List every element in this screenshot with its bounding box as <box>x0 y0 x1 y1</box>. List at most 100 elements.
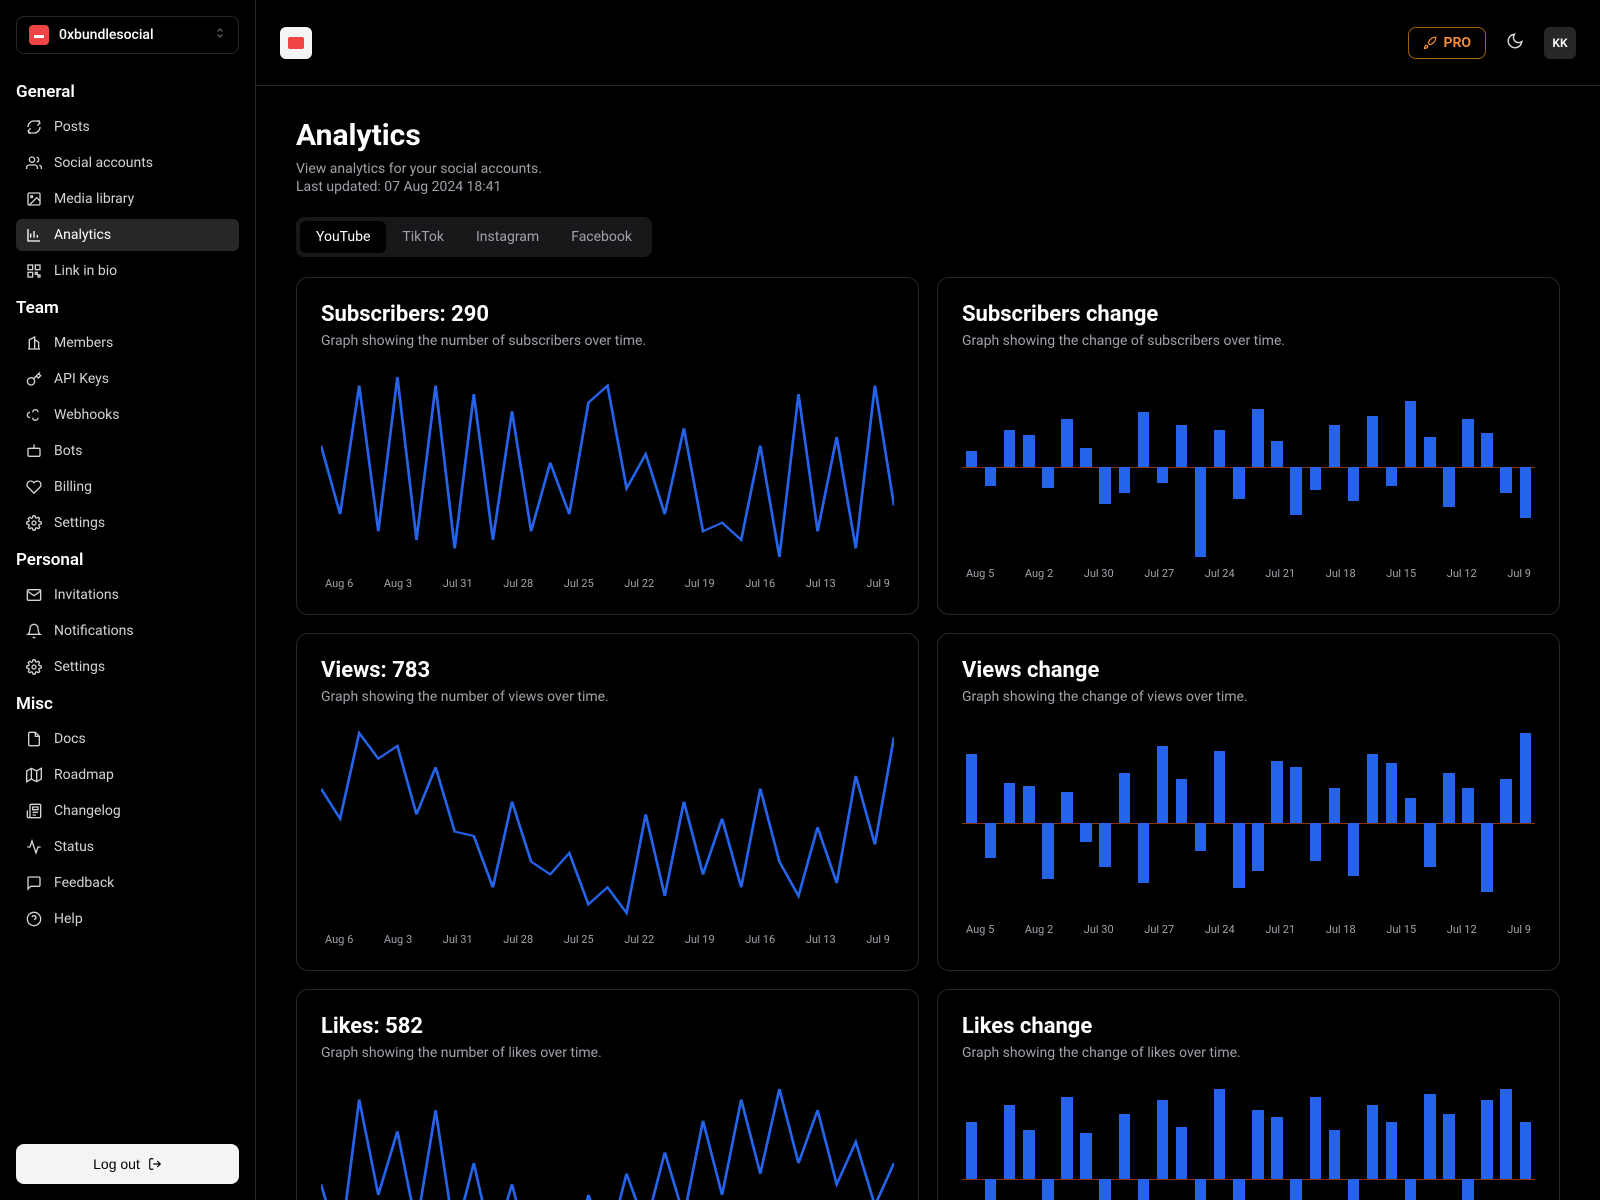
card-title: Views: 783 <box>321 658 894 683</box>
sidebar-item-media-library[interactable]: Media library <box>16 183 239 215</box>
gear-icon <box>26 659 42 675</box>
x-axis: Aug 6Aug 3Jul 31Jul 28Jul 25Jul 22Jul 19… <box>321 933 894 946</box>
sidebar-item-members[interactable]: Members <box>16 327 239 359</box>
sidebar-item-link-in-bio[interactable]: Link in bio <box>16 255 239 287</box>
bar <box>1096 1079 1115 1200</box>
logout-label: Log out <box>93 1156 140 1172</box>
bar <box>1038 723 1057 923</box>
bar <box>1077 367 1096 567</box>
sidebar-item-settings[interactable]: Settings <box>16 507 239 539</box>
card-subtitle: Graph showing the change of subscribers … <box>962 333 1535 349</box>
section-title: Personal <box>16 550 239 570</box>
bar-chart <box>962 1079 1535 1200</box>
bar <box>1325 723 1344 923</box>
help-icon <box>26 911 42 927</box>
sidebar-item-social-accounts[interactable]: Social accounts <box>16 147 239 179</box>
sidebar-item-label: Link in bio <box>54 263 117 279</box>
workspace-name: 0xbundlesocial <box>59 27 204 43</box>
bar <box>1420 723 1439 923</box>
sidebar-item-posts[interactable]: Posts <box>16 111 239 143</box>
bar <box>1439 367 1458 567</box>
pro-badge[interactable]: PRO <box>1408 27 1486 59</box>
bar <box>1268 1079 1287 1200</box>
sidebar-item-label: Bots <box>54 443 83 459</box>
bar <box>1516 367 1535 567</box>
bot-icon <box>26 443 42 459</box>
bar <box>981 1079 1000 1200</box>
card-title: Subscribers change <box>962 302 1535 327</box>
sidebar-item-label: Help <box>54 911 83 927</box>
theme-toggle[interactable] <box>1498 24 1532 62</box>
bar <box>1306 723 1325 923</box>
x-axis: Aug 5Aug 2Jul 30Jul 27Jul 24Jul 21Jul 18… <box>962 923 1535 936</box>
bar <box>1248 1079 1267 1200</box>
sidebar-item-label: Members <box>54 335 113 351</box>
sidebar-item-settings[interactable]: Settings <box>16 651 239 683</box>
sidebar-item-billing[interactable]: Billing <box>16 471 239 503</box>
tab-instagram[interactable]: Instagram <box>460 221 555 253</box>
sidebar-item-label: Status <box>54 839 94 855</box>
sidebar-item-help[interactable]: Help <box>16 903 239 935</box>
card-subtitle: Graph showing the number of views over t… <box>321 689 894 705</box>
building-icon <box>26 335 42 351</box>
bar-chart <box>962 367 1535 567</box>
bar <box>962 723 981 923</box>
sidebar-item-bots[interactable]: Bots <box>16 435 239 467</box>
bar <box>1000 367 1019 567</box>
bar <box>1191 367 1210 567</box>
sidebar-item-webhooks[interactable]: Webhooks <box>16 399 239 431</box>
bar <box>1382 1079 1401 1200</box>
logout-icon <box>148 1157 162 1171</box>
sidebar-item-label: Docs <box>54 731 86 747</box>
tab-youtube[interactable]: YouTube <box>300 221 386 253</box>
bar <box>1210 367 1229 567</box>
bar <box>1497 1079 1516 1200</box>
bar <box>1287 367 1306 567</box>
bar <box>1363 723 1382 923</box>
sidebar-item-label: Billing <box>54 479 92 495</box>
page-subtitle: View analytics for your social accounts. <box>296 161 1560 177</box>
bar <box>1115 367 1134 567</box>
chevron-updown-icon <box>214 27 226 43</box>
sidebar-item-label: Media library <box>54 191 134 207</box>
sidebar-item-analytics[interactable]: Analytics <box>16 219 239 251</box>
sidebar-item-docs[interactable]: Docs <box>16 723 239 755</box>
logout-button[interactable]: Log out <box>16 1144 239 1184</box>
bar <box>1229 367 1248 567</box>
bar <box>1516 723 1535 923</box>
page-updated: Last updated: 07 Aug 2024 18:41 <box>296 179 1560 195</box>
user-avatar[interactable]: KK <box>1544 27 1576 59</box>
bar <box>1172 1079 1191 1200</box>
bar-chart <box>962 723 1535 923</box>
bar <box>1019 723 1038 923</box>
chart-icon <box>26 227 42 243</box>
page-title: Analytics <box>296 118 1560 153</box>
bar <box>1000 723 1019 923</box>
message-icon <box>26 875 42 891</box>
sidebar-item-label: Notifications <box>54 623 134 639</box>
bar <box>1382 367 1401 567</box>
bar <box>1478 723 1497 923</box>
bar <box>1458 367 1477 567</box>
workspace-selector[interactable]: ▬ 0xbundlesocial <box>16 16 239 54</box>
bar <box>981 723 1000 923</box>
sidebar-item-api-keys[interactable]: API Keys <box>16 363 239 395</box>
sidebar-item-label: Posts <box>54 119 90 135</box>
bar <box>1344 1079 1363 1200</box>
tab-tiktok[interactable]: TikTok <box>386 221 460 253</box>
sidebar-item-notifications[interactable]: Notifications <box>16 615 239 647</box>
app-logo[interactable] <box>280 27 312 59</box>
tab-facebook[interactable]: Facebook <box>555 221 648 253</box>
sidebar-item-invitations[interactable]: Invitations <box>16 579 239 611</box>
sidebar-item-changelog[interactable]: Changelog <box>16 795 239 827</box>
bar <box>1439 723 1458 923</box>
sidebar-item-status[interactable]: Status <box>16 831 239 863</box>
sidebar-item-feedback[interactable]: Feedback <box>16 867 239 899</box>
bar <box>1172 367 1191 567</box>
bar <box>1287 723 1306 923</box>
sidebar-item-roadmap[interactable]: Roadmap <box>16 759 239 791</box>
sidebar-item-label: Roadmap <box>54 767 114 783</box>
bar <box>1229 1079 1248 1200</box>
bar <box>1401 1079 1420 1200</box>
bar <box>1057 1079 1076 1200</box>
